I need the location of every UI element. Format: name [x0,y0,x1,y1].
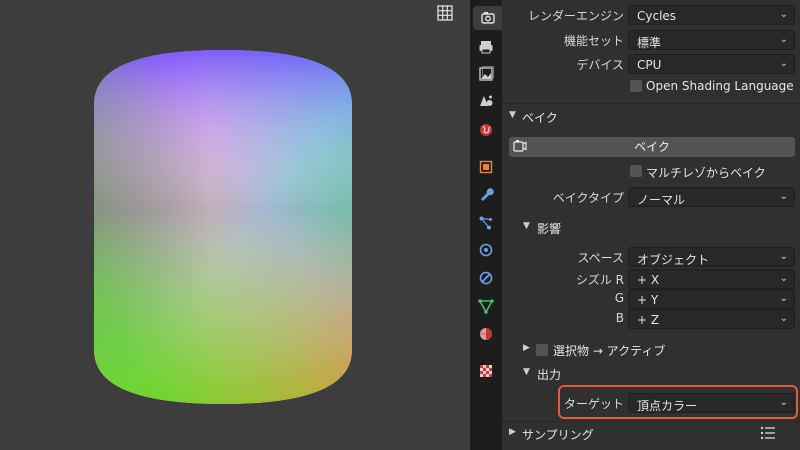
sampling-title: サンプリング [522,428,594,442]
render-engine-dropdown[interactable]: Cycles ⌄ [628,5,795,25]
chevron-down-icon: ⌄ [779,273,788,284]
highlight-box [558,385,798,419]
view-layer-properties-icon[interactable] [473,62,499,86]
swizzle-g-dropdown[interactable]: + Y ⌄ [628,289,795,309]
swizzle-b-dropdown[interactable]: + Z ⌄ [628,309,795,329]
swizzle-r-label: シズル R [575,273,624,287]
influence-title: 影響 [537,222,562,236]
bake-panel-title: ベイク [522,111,558,125]
expand-arrow-icon: ▶ [509,427,516,437]
3d-viewport[interactable] [0,0,470,450]
constraint-properties-icon[interactable] [473,266,499,290]
swizzle-r-value: + X [637,273,660,287]
multires-checkbox-row[interactable]: マルチレゾからベイク [502,161,800,183]
swizzle-g-value: + Y [637,293,659,307]
bake-type-row: ベイクタイプ ノーマル ⌄ [502,186,800,208]
space-value: オブジェクト [637,253,710,267]
mesh-data-properties-icon[interactable] [473,294,499,318]
swizzle-g-label: G [614,291,624,305]
bake-button[interactable]: ベイク [509,137,795,157]
bake-type-label: ベイクタイプ [552,191,624,205]
osl-label: Open Shading Language [646,79,794,93]
physics-properties-icon[interactable] [473,238,499,262]
output-subpanel-header[interactable]: ▼ 出力 [502,362,800,386]
collapse-arrow-icon: ▼ [523,367,530,377]
bake-type-value: ノーマル [637,193,686,207]
list-icon[interactable] [760,426,776,443]
device-label: デバイス [576,58,624,72]
selected-to-active-subpanel-header[interactable]: ▶ 選択物 → アクティブ [502,338,800,362]
expand-arrow-icon: ▶ [523,343,530,353]
chevron-down-icon: ⌄ [779,313,788,324]
multires-checkbox[interactable] [630,165,642,177]
output-properties-icon[interactable] [473,35,499,59]
device-value: CPU [637,58,662,72]
world-properties-icon[interactable] [473,118,499,142]
feature-set-row: 機能セット 標準 ⌄ [502,29,800,51]
modifier-properties-icon[interactable] [473,182,499,206]
feature-set-label: 機能セット [563,34,624,48]
feature-set-value: 標準 [637,36,662,50]
object-properties-icon[interactable] [473,155,499,179]
selected-to-active-label: 選択物 → アクティブ [553,344,666,358]
osl-checkbox-row[interactable]: Open Shading Language [502,76,800,98]
multires-label: マルチレゾからベイク [646,166,766,180]
swizzle-r-row: シズル R + X ⌄ [502,268,800,290]
device-row: デバイス CPU ⌄ [502,53,800,75]
chevron-down-icon: ⌄ [779,251,788,262]
space-row: スペース オブジェクト ⌄ [502,246,800,268]
texture-properties-icon[interactable] [473,359,499,383]
device-dropdown[interactable]: CPU ⌄ [628,54,795,74]
space-label: スペース [577,251,624,265]
properties-panel: レンダーエンジン Cycles ⌄ 機能セット 標準 ⌄ デバイス CPU ⌄ … [502,0,800,450]
swizzle-b-label: B [615,311,624,325]
particle-properties-icon[interactable] [473,211,499,235]
grid-icon[interactable] [434,2,456,24]
vertex-color-cylinder[interactable] [88,47,358,407]
scene-properties-icon[interactable] [473,89,499,113]
collapse-arrow-icon: ▼ [523,221,530,231]
chevron-down-icon: ⌄ [779,58,788,69]
output-title: 出力 [537,368,562,382]
render-properties-icon[interactable] [473,6,502,30]
bake-panel-header[interactable]: ▼ ベイク [502,105,800,129]
sampling-panel-header[interactable]: ▶ サンプリング [502,422,800,446]
camera-icon [513,139,527,159]
divider [502,103,800,104]
swizzle-r-dropdown[interactable]: + X ⌄ [628,269,795,289]
material-properties-icon[interactable] [473,322,499,346]
render-engine-value: Cycles [637,9,677,23]
bake-button-label: ベイク [634,140,670,154]
space-dropdown[interactable]: オブジェクト ⌄ [628,247,795,267]
osl-checkbox[interactable] [630,80,642,92]
swizzle-b-row: B + Z ⌄ [502,308,800,330]
chevron-down-icon: ⌄ [779,191,788,202]
properties-tab-strip [470,0,502,450]
swizzle-b-value: + Z [637,313,660,327]
feature-set-dropdown[interactable]: 標準 ⌄ [628,30,795,50]
chevron-down-icon: ⌄ [779,293,788,304]
render-engine-row: レンダーエンジン Cycles ⌄ [502,4,800,26]
chevron-down-icon: ⌄ [779,9,788,20]
swizzle-g-row: G + Y ⌄ [502,288,800,310]
render-engine-label: レンダーエンジン [527,9,624,23]
influence-subpanel-header[interactable]: ▼ 影響 [502,216,800,240]
selected-to-active-checkbox[interactable] [536,344,548,356]
chevron-down-icon: ⌄ [779,34,788,45]
collapse-arrow-icon: ▼ [509,110,516,120]
bake-type-dropdown[interactable]: ノーマル ⌄ [628,187,795,207]
